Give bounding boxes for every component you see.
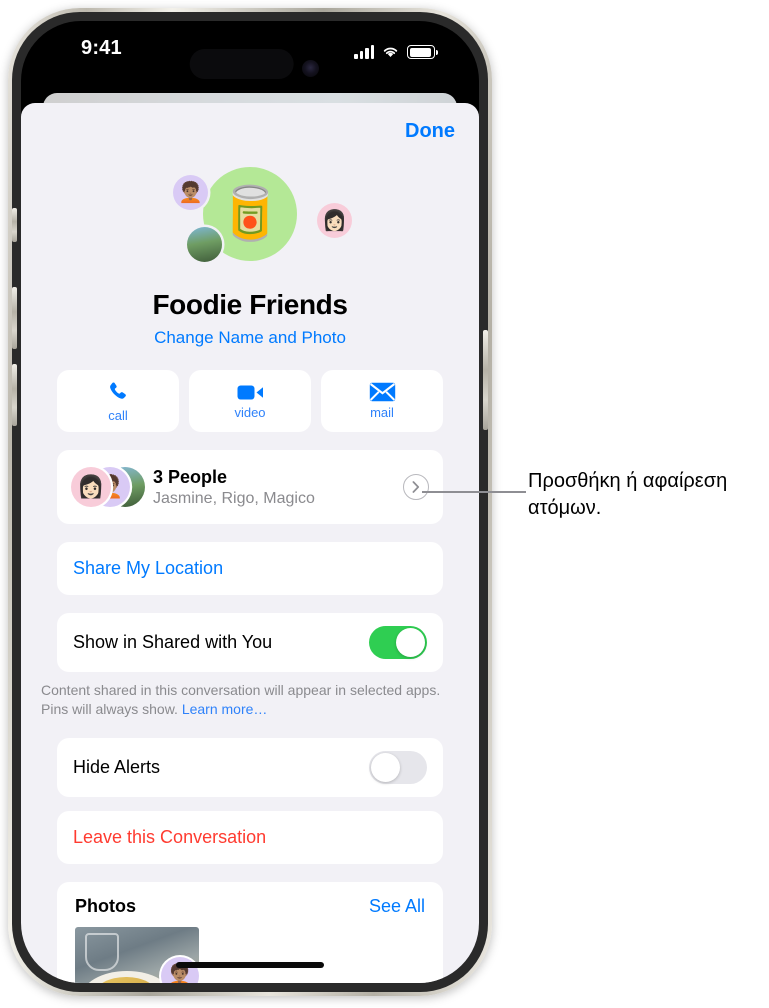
mail-button[interactable]: mail xyxy=(321,370,443,432)
group-name: Foodie Friends xyxy=(152,289,348,320)
status-bar-indicators xyxy=(354,39,438,59)
callout-label: Προσθήκη ή αφαίρεση ατόμων. xyxy=(528,470,728,519)
shared-with-you-toggle[interactable] xyxy=(369,626,427,659)
front-camera-icon xyxy=(302,60,319,77)
photos-header: Photos See All xyxy=(57,896,443,927)
video-label: video xyxy=(234,404,266,420)
toggle-knob xyxy=(396,628,425,657)
shared-with-you-caption: Content shared in this conversation will… xyxy=(21,672,479,720)
hide-alerts-toggle[interactable] xyxy=(369,750,427,784)
phone-screen: 9:41 xyxy=(21,21,479,983)
status-bar-time: 9:41 xyxy=(81,37,122,59)
stack-avatar-1: 👩🏻 xyxy=(71,467,111,507)
call-label: call xyxy=(108,407,128,423)
phone-bezel: 9:41 xyxy=(12,12,488,992)
photos-strip: 🧑🏽‍🦱 xyxy=(57,926,443,983)
chevron-right-icon xyxy=(412,481,420,493)
video-button[interactable]: video xyxy=(189,370,311,432)
call-button[interactable]: call xyxy=(57,370,179,432)
hide-alerts-card: Hide Alerts xyxy=(57,737,443,797)
hide-alerts-row[interactable]: Hide Alerts xyxy=(57,738,443,797)
share-my-location-button[interactable]: Share My Location xyxy=(57,542,443,595)
see-all-button[interactable]: See All xyxy=(369,896,425,917)
shared-with-you-card: Show in Shared with You xyxy=(57,613,443,672)
status-bar: 9:41 xyxy=(21,21,479,83)
leave-conversation-button[interactable]: Leave this Conversation xyxy=(57,811,443,864)
photo-thumbnail[interactable]: 🧑🏽‍🦱 xyxy=(75,926,199,983)
member-avatar-3 xyxy=(187,227,222,262)
leave-conversation-card: Leave this Conversation xyxy=(57,810,443,864)
callout-leader-line xyxy=(422,491,526,493)
people-card: 🧑🏽‍🦱 👩🏻 3 People Jasmine, Rigo, Magico xyxy=(57,450,443,524)
sheet-header: Done xyxy=(21,103,479,159)
envelope-icon xyxy=(369,382,395,402)
group-details-sheet: Done 🥫 🧑🏽‍🦱 👩🏻 Foodie Friends Change Nam… xyxy=(21,103,479,983)
wifi-icon xyxy=(383,47,398,58)
volume-up-button[interactable] xyxy=(12,287,17,349)
action-button[interactable] xyxy=(12,208,17,242)
people-text-block: 3 People Jasmine, Rigo, Magico xyxy=(153,467,315,508)
people-count: 3 People xyxy=(153,466,228,487)
toggle-knob xyxy=(371,752,400,782)
power-button[interactable] xyxy=(483,330,488,430)
learn-more-link[interactable]: Learn more… xyxy=(182,701,268,717)
member-avatar-1: 🧑🏽‍🦱 xyxy=(173,175,208,210)
member-avatar-stack: 🧑🏽‍🦱 👩🏻 xyxy=(71,467,147,507)
volume-down-button[interactable] xyxy=(12,364,17,426)
battery-icon xyxy=(407,45,438,59)
quick-actions-row: call video mail xyxy=(21,370,479,432)
dynamic-island xyxy=(189,49,294,79)
photos-title: Photos xyxy=(75,895,136,916)
signal-bars-icon xyxy=(354,44,374,59)
mail-label: mail xyxy=(370,405,394,420)
people-names: Jasmine, Rigo, Magico xyxy=(153,489,315,507)
shared-with-you-row[interactable]: Show in Shared with You xyxy=(57,613,443,672)
photo-sender-avatar: 🧑🏽‍🦱 xyxy=(161,956,199,983)
member-avatar-2: 👩🏻 xyxy=(317,203,352,238)
group-avatar-cluster: 🥫 🧑🏽‍🦱 👩🏻 xyxy=(21,161,479,287)
edit-people-button[interactable] xyxy=(403,474,429,500)
screenshot-canvas: 9:41 xyxy=(0,0,769,1008)
share-location-card: Share My Location xyxy=(57,542,443,595)
change-name-and-photo-link[interactable]: Change Name and Photo xyxy=(21,328,479,348)
shared-with-you-label: Show in Shared with You xyxy=(73,632,273,652)
people-row[interactable]: 🧑🏽‍🦱 👩🏻 3 People Jasmine, Rigo, Magico xyxy=(57,450,443,524)
home-indicator[interactable] xyxy=(176,962,324,968)
done-button[interactable]: Done xyxy=(405,120,455,143)
phone-icon xyxy=(109,382,126,399)
iphone-frame: 9:41 xyxy=(8,8,492,996)
photo-glass-detail xyxy=(85,932,119,971)
hide-alerts-label: Hide Alerts xyxy=(73,756,161,777)
video-camera-icon xyxy=(237,385,263,399)
